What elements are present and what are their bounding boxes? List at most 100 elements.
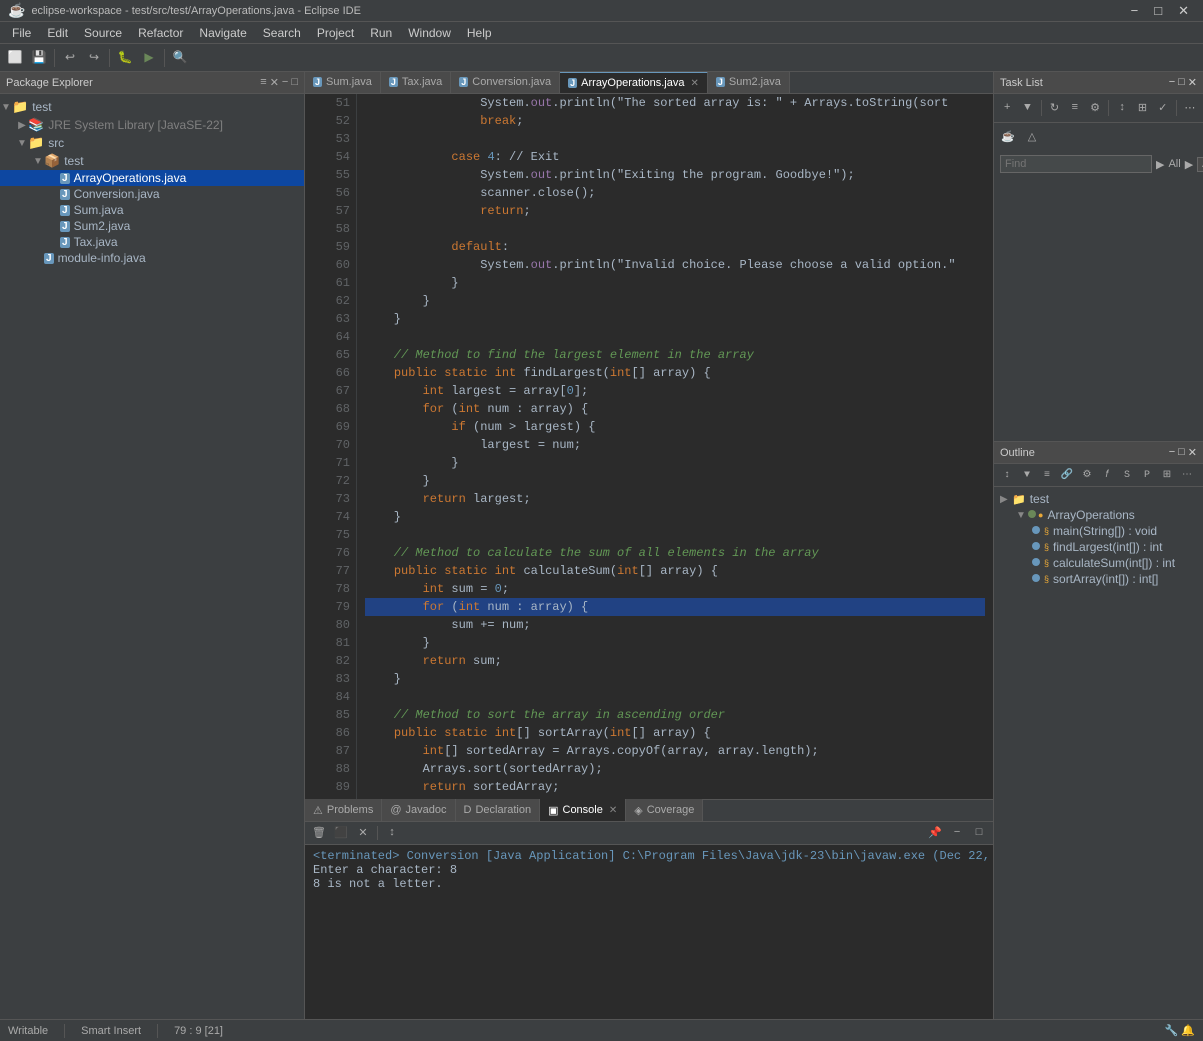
debug-button[interactable]: 🐛: [114, 47, 136, 69]
ol-settings[interactable]: ⚙: [1078, 466, 1096, 484]
console-pin-button[interactable]: 📌: [925, 824, 945, 842]
tl-mark[interactable]: ✓: [1154, 98, 1172, 118]
tree-item-sum2-java[interactable]: JSum2.java: [0, 218, 304, 234]
ol-hide-static[interactable]: S: [1118, 466, 1136, 484]
tl-collapse[interactable]: ≡: [1066, 98, 1084, 118]
tree-item-test[interactable]: ▼📁test: [0, 98, 304, 116]
outline-item-4[interactable]: §calculateSum(int[]) : int: [994, 555, 1203, 571]
bottom-tab-declaration[interactable]: DDeclaration: [456, 799, 541, 821]
tab-icon: J: [459, 77, 468, 87]
ol-minimize-button[interactable]: −: [1169, 446, 1175, 459]
activate-button[interactable]: Activate...: [1197, 157, 1203, 172]
maximize-button[interactable]: □: [1148, 3, 1168, 19]
menu-item-help[interactable]: Help: [459, 24, 500, 42]
editor-tab-conversion-java[interactable]: JConversion.java: [451, 72, 560, 93]
outline-item-2[interactable]: §main(String[]) : void: [994, 523, 1203, 539]
tl-new-task[interactable]: +: [998, 98, 1016, 118]
menu-item-run[interactable]: Run: [362, 24, 400, 42]
menu-item-edit[interactable]: Edit: [39, 24, 76, 42]
editor-tab-tax-java[interactable]: JTax.java: [381, 72, 451, 93]
menu-item-source[interactable]: Source: [76, 24, 130, 42]
ol-hide-fields[interactable]: 𝑓: [1098, 466, 1116, 484]
bottom-tab-console[interactable]: ▣Console✕: [540, 799, 626, 821]
menu-item-file[interactable]: File: [4, 24, 39, 42]
redo-button[interactable]: ↪: [83, 47, 105, 69]
tl-icon1[interactable]: ☕: [998, 127, 1018, 147]
console-minimize-button[interactable]: −: [947, 824, 967, 842]
find-input[interactable]: [1000, 155, 1152, 173]
ol-maximize-button[interactable]: □: [1178, 446, 1185, 459]
ol-link[interactable]: 🔗: [1058, 466, 1076, 484]
tl-more[interactable]: ⋯: [1181, 98, 1199, 118]
ol-sort[interactable]: ↕: [998, 466, 1016, 484]
search-button[interactable]: 🔍: [169, 47, 191, 69]
menu-item-search[interactable]: Search: [255, 24, 309, 42]
tl-minimize-button[interactable]: −: [1169, 76, 1175, 89]
tl-group[interactable]: ⊞: [1133, 98, 1151, 118]
menu-item-project[interactable]: Project: [309, 24, 362, 42]
ol-filter[interactable]: ▼: [1018, 466, 1036, 484]
tab-close-button[interactable]: ✕: [690, 78, 698, 89]
bottom-tab-coverage[interactable]: ◈Coverage: [626, 799, 703, 821]
tree-item-src[interactable]: ▼📁src: [0, 134, 304, 152]
outline-item-5[interactable]: §sortArray(int[]) : int[]: [994, 571, 1203, 587]
tree-item-tax-java[interactable]: JTax.java: [0, 234, 304, 250]
menu-item-refactor[interactable]: Refactor: [130, 24, 191, 42]
tree-toggle[interactable]: ▼: [0, 102, 12, 113]
ol-close-button[interactable]: ✕: [1188, 446, 1197, 459]
save-button[interactable]: 💾: [28, 47, 50, 69]
line-number: 84: [321, 688, 350, 706]
menu-item-window[interactable]: Window: [400, 24, 459, 42]
ol-collapse[interactable]: ≡: [1038, 466, 1056, 484]
outline-toggle[interactable]: ▼: [1016, 510, 1028, 521]
bottom-tab-javadoc[interactable]: @Javadoc: [382, 799, 455, 821]
ol-expand[interactable]: ⊞: [1158, 466, 1176, 484]
pe-collapse-button[interactable]: ≡: [260, 76, 266, 89]
tl-settings[interactable]: ⚙: [1086, 98, 1104, 118]
app-icon: ☕: [8, 2, 25, 19]
outline-item-3[interactable]: §findLargest(int[]) : int: [994, 539, 1203, 555]
tree-item-module-info-java[interactable]: Jmodule-info.java: [0, 250, 304, 266]
editor-tab-sum2-java[interactable]: JSum2.java: [708, 72, 790, 93]
tree-item-arrayoperations-java[interactable]: JArrayOperations.java: [0, 170, 304, 186]
tl-maximize-button[interactable]: □: [1178, 76, 1185, 89]
tree-item-sum-java[interactable]: JSum.java: [0, 202, 304, 218]
outline-toggle[interactable]: ▶: [1000, 494, 1012, 505]
bottom-tab-problems[interactable]: ⚠Problems: [305, 799, 382, 821]
tree-toggle[interactable]: ▶: [16, 120, 28, 131]
undo-button[interactable]: ↩: [59, 47, 81, 69]
tree-item-conversion-java[interactable]: JConversion.java: [0, 186, 304, 202]
outline-item-1[interactable]: ▼●ArrayOperations: [994, 507, 1203, 523]
new-button[interactable]: ⬜: [4, 47, 26, 69]
menu-item-navigate[interactable]: Navigate: [191, 24, 254, 42]
outline-panel: Outline − □ ✕ ↕ ▼ ≡ 🔗 ⚙ 𝑓 S P ⊞ ⋯ ▶📁test…: [994, 442, 1203, 1019]
pe-close-button[interactable]: ✕: [270, 76, 279, 89]
tl-sort[interactable]: ↕: [1113, 98, 1131, 118]
tl-filter[interactable]: ▼: [1018, 98, 1036, 118]
minimize-button[interactable]: −: [1125, 3, 1145, 19]
line-number: 66: [321, 364, 350, 382]
editor-tab-arrayoperations-java[interactable]: JArrayOperations.java✕: [560, 72, 708, 93]
tl-icon2[interactable]: △: [1022, 127, 1042, 147]
close-button[interactable]: ✕: [1172, 3, 1195, 19]
tree-toggle[interactable]: ▼: [16, 138, 28, 149]
run-button[interactable]: ▶: [138, 47, 160, 69]
tree-item-jre-system-library--javase-22-[interactable]: ▶📚JRE System Library [JavaSE-22]: [0, 116, 304, 134]
editor-tab-sum-java[interactable]: JSum.java: [305, 72, 381, 93]
tl-refresh[interactable]: ↻: [1045, 98, 1063, 118]
console-terminate-button[interactable]: ✕: [353, 824, 373, 842]
console-scroll-button[interactable]: ↕: [382, 824, 402, 842]
bottom-tab-close-button[interactable]: ✕: [609, 805, 617, 816]
pe-minimize-button[interactable]: −: [282, 76, 288, 89]
pe-maximize-button[interactable]: □: [291, 76, 298, 89]
console-stop-button[interactable]: ⬛: [331, 824, 351, 842]
console-maximize-button[interactable]: □: [969, 824, 989, 842]
console-clear-button[interactable]: 🗑: [309, 824, 329, 842]
outline-item-0[interactable]: ▶📁test: [994, 491, 1203, 507]
tl-close-button[interactable]: ✕: [1188, 76, 1197, 89]
ol-hide-non-public[interactable]: P: [1138, 466, 1156, 484]
ol-more[interactable]: ⋯: [1178, 466, 1196, 484]
tree-toggle[interactable]: ▼: [32, 156, 44, 167]
tree-item-test[interactable]: ▼📦test: [0, 152, 304, 170]
code-content[interactable]: System.out.println("The sorted array is:…: [357, 94, 993, 799]
